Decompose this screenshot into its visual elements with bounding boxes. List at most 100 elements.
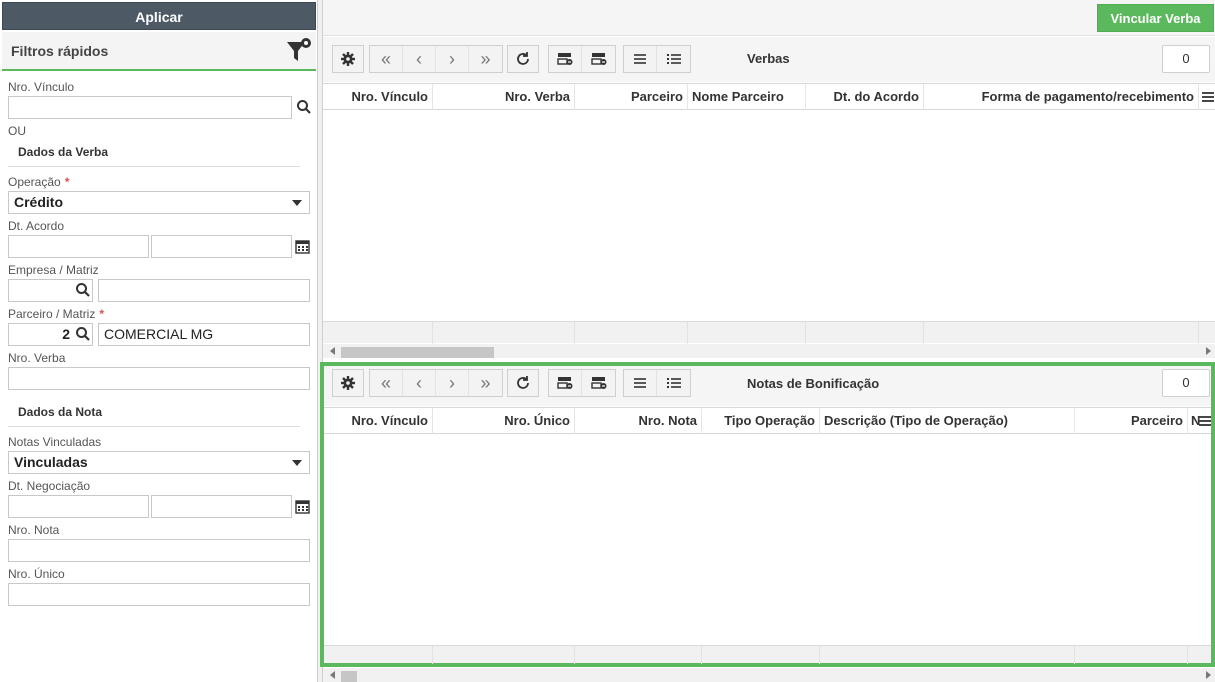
chevron-right-icon: › xyxy=(449,48,455,69)
col-parceiro[interactable]: Parceiro xyxy=(575,84,688,110)
col-nro-unico[interactable]: Nro. Único xyxy=(433,408,575,434)
verbas-grid-body xyxy=(323,110,1215,321)
col-nro-verba[interactable]: Nro. Verba xyxy=(433,84,575,110)
col-parceiro[interactable]: Parceiro xyxy=(1075,408,1188,434)
nro-verba-input[interactable] xyxy=(8,367,310,390)
notas-grid-footer xyxy=(324,645,1211,664)
next-page-button[interactable]: › xyxy=(436,46,469,72)
row-remove-icon xyxy=(590,53,606,65)
refresh-icon xyxy=(517,376,529,389)
search-icon[interactable] xyxy=(74,281,92,299)
search-icon[interactable] xyxy=(74,325,92,343)
col-forma-pagamento[interactable]: Forma de pagamento/recebimento xyxy=(924,84,1199,110)
notas-pagination: « ‹ › » xyxy=(369,369,503,397)
prev-page-button[interactable]: ‹ xyxy=(403,46,436,72)
filters-header: Filtros rápidos xyxy=(2,32,316,71)
notas-row-tools xyxy=(548,369,616,397)
apply-button[interactable]: Aplicar xyxy=(2,2,316,30)
gear-icon xyxy=(341,52,355,66)
col-nro-nota[interactable]: Nro. Nota xyxy=(575,408,702,434)
verbas-grid-footer xyxy=(323,321,1215,344)
notas-vinculadas-value: Vinculadas xyxy=(14,454,88,470)
empresa-name-input[interactable] xyxy=(98,279,310,302)
scroll-thumb[interactable] xyxy=(341,347,494,358)
section-dados-verba: Dados da Verba xyxy=(18,145,109,159)
chevron-left-icon: ‹ xyxy=(416,372,422,393)
refresh-button[interactable] xyxy=(507,45,539,73)
col-descricao-tipo-operacao[interactable]: Descrição (Tipo de Operação) xyxy=(820,408,1075,434)
notas-vinculadas-label: Notas Vinculadas xyxy=(8,435,102,449)
nro-vinculo-label: Nro. Vínculo xyxy=(8,80,75,94)
nro-vinculo-input[interactable] xyxy=(8,96,292,119)
dt-negociacao-end-input[interactable] xyxy=(151,495,292,518)
top-action-bar xyxy=(323,0,1215,36)
filter-panel: Aplicar Filtros rápidos Nro. Vínculo OU … xyxy=(0,0,318,682)
col-nro-vinculo[interactable]: Nro. Vínculo xyxy=(324,408,433,434)
scroll-left-icon[interactable] xyxy=(330,671,335,679)
parceiro-label: Parceiro / Matriz * xyxy=(8,307,104,321)
row-remove-icon xyxy=(557,377,573,389)
view-compact-button[interactable] xyxy=(624,370,657,396)
col-nro-vinculo[interactable]: Nro. Vínculo xyxy=(323,84,433,110)
dt-negociacao-start-input[interactable] xyxy=(8,495,149,518)
column-menu-icon[interactable] xyxy=(1202,91,1214,103)
notas-view-tools xyxy=(623,369,691,397)
nro-nota-input[interactable] xyxy=(8,539,310,562)
dt-acordo-start-input[interactable] xyxy=(8,235,149,258)
row-remove-alt-button[interactable] xyxy=(582,370,615,396)
last-page-button[interactable]: » xyxy=(469,370,502,396)
double-chevron-left-icon: « xyxy=(380,372,391,393)
lines-icon xyxy=(634,54,646,64)
double-chevron-right-icon: » xyxy=(480,48,491,69)
required-mark: * xyxy=(99,307,105,321)
scroll-thumb[interactable] xyxy=(341,671,357,682)
col-tipo-operacao[interactable]: Tipo Operação xyxy=(702,408,820,434)
filter-settings-icon[interactable] xyxy=(284,36,314,66)
notas-hscrollbar[interactable] xyxy=(323,668,1215,682)
refresh-button[interactable] xyxy=(507,369,539,397)
verbas-view-tools xyxy=(623,45,691,73)
section-divider xyxy=(8,166,300,167)
nro-unico-input[interactable] xyxy=(8,583,310,606)
notas-vinculadas-select[interactable]: Vinculadas xyxy=(8,451,310,474)
operacao-label-text: Operação xyxy=(8,175,61,189)
col-dt-acordo[interactable]: Dt. do Acordo xyxy=(806,84,924,110)
calendar-icon[interactable] xyxy=(294,238,312,256)
grid-settings-button[interactable] xyxy=(332,45,364,73)
column-menu-icon[interactable] xyxy=(1199,415,1211,427)
parceiro-name-input[interactable]: COMERCIAL MG xyxy=(98,323,310,346)
scroll-left-icon[interactable] xyxy=(330,347,335,355)
notas-grid-body xyxy=(324,434,1211,645)
row-remove-icon xyxy=(557,53,573,65)
scroll-right-icon[interactable] xyxy=(1206,671,1211,679)
empresa-label: Empresa / Matriz xyxy=(8,263,99,277)
chevron-right-icon: › xyxy=(449,372,455,393)
last-page-button[interactable]: » xyxy=(469,46,502,72)
verbas-hscrollbar[interactable] xyxy=(323,344,1215,358)
view-list-button[interactable] xyxy=(657,46,690,72)
first-page-button[interactable]: « xyxy=(370,46,403,72)
calendar-icon[interactable] xyxy=(294,498,312,516)
dt-negociacao-label: Dt. Negociação xyxy=(8,479,91,493)
grid-settings-button[interactable] xyxy=(332,369,364,397)
chevron-down-icon xyxy=(292,460,302,466)
operacao-select[interactable]: Crédito xyxy=(8,191,310,214)
prev-page-button[interactable]: ‹ xyxy=(403,370,436,396)
first-page-button[interactable]: « xyxy=(370,370,403,396)
dt-acordo-end-input[interactable] xyxy=(151,235,292,258)
vincular-verba-button[interactable]: Vincular Verba xyxy=(1097,4,1214,32)
scroll-right-icon[interactable] xyxy=(1206,347,1211,355)
view-list-button[interactable] xyxy=(657,370,690,396)
double-chevron-right-icon: » xyxy=(480,372,491,393)
row-remove-alt-button[interactable] xyxy=(582,46,615,72)
row-remove-button[interactable] xyxy=(549,370,582,396)
operacao-value: Crédito xyxy=(14,194,63,210)
row-remove-button[interactable] xyxy=(549,46,582,72)
required-mark: * xyxy=(64,175,70,189)
next-page-button[interactable]: › xyxy=(436,370,469,396)
list-icon xyxy=(666,54,681,64)
double-chevron-left-icon: « xyxy=(380,48,391,69)
view-compact-button[interactable] xyxy=(624,46,657,72)
col-nome-parceiro[interactable]: Nome Parceiro xyxy=(688,84,806,110)
search-icon[interactable] xyxy=(295,98,313,116)
